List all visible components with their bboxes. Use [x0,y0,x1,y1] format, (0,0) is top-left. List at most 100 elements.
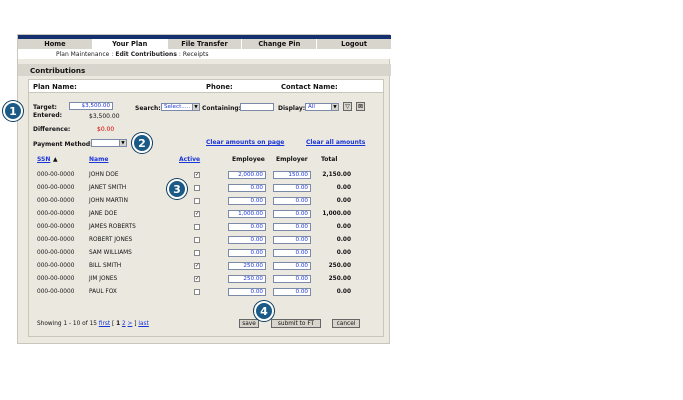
callout-marker-3: 3 [167,179,187,199]
breadcrumb: Plan Maintenance : Edit Contributions : … [18,49,391,59]
active-checkbox[interactable] [194,237,200,243]
row-name: PAUL FOX [89,289,117,295]
funnel-clear-icon[interactable]: ⊠ [356,102,365,111]
active-checkbox[interactable]: ✓ [194,263,200,269]
row-ssn: 000-00-0000 [37,263,75,269]
active-checkbox[interactable] [194,198,200,204]
breadcrumb-separator: : [111,50,114,58]
active-checkbox[interactable]: ✓ [194,172,200,178]
row-ssn: 000-00-0000 [37,172,75,178]
employee-amount-input[interactable]: 1,000.00 [228,210,266,218]
row-ssn: 000-00-0000 [37,289,75,295]
row-total: 0.00 [336,250,351,256]
difference-value: $0.00 [97,126,115,133]
row-name: JIM JONES [89,276,118,282]
pagination-current-page: 1 [116,321,121,327]
active-checkbox[interactable]: ✓ [194,276,200,282]
row-name: JOHN MARTIN [89,198,128,204]
display-select-value: All [308,104,315,110]
submit-to-ft-button[interactable]: submit to FT [271,319,321,328]
employee-amount-input[interactable]: 2,000.00 [228,171,266,179]
row-total: 1,000.00 [322,211,351,217]
cancel-button[interactable]: cancel [332,319,360,328]
display-select[interactable]: All ▼ [305,103,339,111]
pagination-summary: Showing 1 - 10 of 15 [37,321,97,327]
pagination-bracket-open: [ [111,321,115,327]
pagination-bracket-close: ] [134,321,137,327]
employer-amount-input[interactable]: 0.00 [273,275,311,283]
entered-label: Entered: [33,112,63,119]
pagination-next-link[interactable]: > [128,321,133,327]
breadcrumb-receipts[interactable]: Receipts [183,51,209,58]
containing-input[interactable] [240,103,274,111]
employer-amount-input[interactable]: 0.00 [273,197,311,205]
display-label: Display: [278,105,306,112]
row-ssn: 000-00-0000 [37,237,75,243]
breadcrumb-plan-maintenance[interactable]: Plan Maintenance [56,51,109,58]
employer-amount-input[interactable]: 0.00 [273,249,311,257]
active-checkbox[interactable] [194,250,200,256]
employer-amount-input[interactable]: 0.00 [273,262,311,270]
row-ssn: 000-00-0000 [37,250,75,256]
tab-file-transfer[interactable]: File Transfer [167,39,243,49]
employer-amount-input[interactable]: 0.00 [273,236,311,244]
pagination-page-2-link[interactable]: 2 [122,321,126,327]
active-checkbox[interactable] [194,185,200,191]
row-total: 0.00 [336,237,351,243]
difference-label: Difference: [33,126,71,133]
column-header-name[interactable]: Name [89,156,108,163]
employee-amount-input[interactable]: 0.00 [228,236,266,244]
pagination: Showing 1 - 10 of 15 first [ 1 2 > ] las… [37,321,149,327]
employer-amount-input[interactable]: 0.00 [273,223,311,231]
active-checkbox[interactable] [194,224,200,230]
search-select-value: Select..... [164,104,191,110]
pagination-first-link[interactable]: first [99,321,110,327]
clear-all-amounts-link[interactable]: Clear all amounts [306,139,365,146]
target-input[interactable]: $3,500.00 [69,102,113,110]
tab-your-plan[interactable]: Your Plan [92,39,168,49]
search-select[interactable]: Select..... ▼ [161,103,200,111]
active-checkbox[interactable] [194,289,200,295]
employee-amount-input[interactable]: 250.00 [228,275,266,283]
row-ssn: 000-00-0000 [37,224,75,230]
employee-amount-input[interactable]: 0.00 [228,184,266,192]
chevron-down-icon: ▼ [331,104,338,110]
row-ssn: 000-00-0000 [37,276,75,282]
row-total: 2,150.00 [322,172,351,178]
row-total: 250.00 [328,276,351,282]
employer-amount-input[interactable]: 0.00 [273,210,311,218]
column-header-employee: Employee [232,156,265,163]
row-name: JANE DOE [89,211,118,217]
entered-value: $3,500.00 [89,113,120,120]
employer-amount-input[interactable]: 0.00 [273,288,311,296]
employee-amount-input[interactable]: 0.00 [228,197,266,205]
employee-amount-input[interactable]: 0.00 [228,223,266,231]
nav-tabs: Home Your Plan File Transfer Change Pin … [18,39,391,49]
containing-label: Containing: [202,105,242,112]
row-name: BILL SMITH [89,263,122,269]
chevron-down-icon: ▼ [119,140,126,146]
clear-amounts-on-page-link[interactable]: Clear amounts on page [206,139,284,146]
column-header-ssn[interactable]: SSN [37,156,50,163]
save-button[interactable]: save [239,319,259,328]
employee-amount-input[interactable]: 0.00 [228,249,266,257]
callout-marker-2: 2 [132,133,152,153]
row-name: JANET SMITH [89,185,127,191]
funnel-icon[interactable]: ▽ [343,102,352,111]
pagination-last-link[interactable]: last [138,321,148,327]
employee-amount-input[interactable]: 0.00 [228,288,266,296]
chevron-down-icon: ▼ [192,104,199,110]
employer-amount-input[interactable]: 150.00 [273,171,311,179]
employee-amount-input[interactable]: 250.00 [228,262,266,270]
row-name: ROBERT JONES [89,237,133,243]
contributions-app: Home Your Plan File Transfer Change Pin … [17,34,391,344]
tab-logout[interactable]: Logout [317,39,391,49]
payment-method-select[interactable]: ▼ [91,139,127,147]
row-total: 250.00 [328,263,351,269]
employer-amount-input[interactable]: 0.00 [273,184,311,192]
tab-home[interactable]: Home [18,39,93,49]
column-header-active[interactable]: Active [179,156,200,163]
sort-ascending-icon[interactable]: ▲ [53,156,58,163]
active-checkbox[interactable]: ✓ [194,211,200,217]
tab-change-pin[interactable]: Change Pin [242,39,318,49]
